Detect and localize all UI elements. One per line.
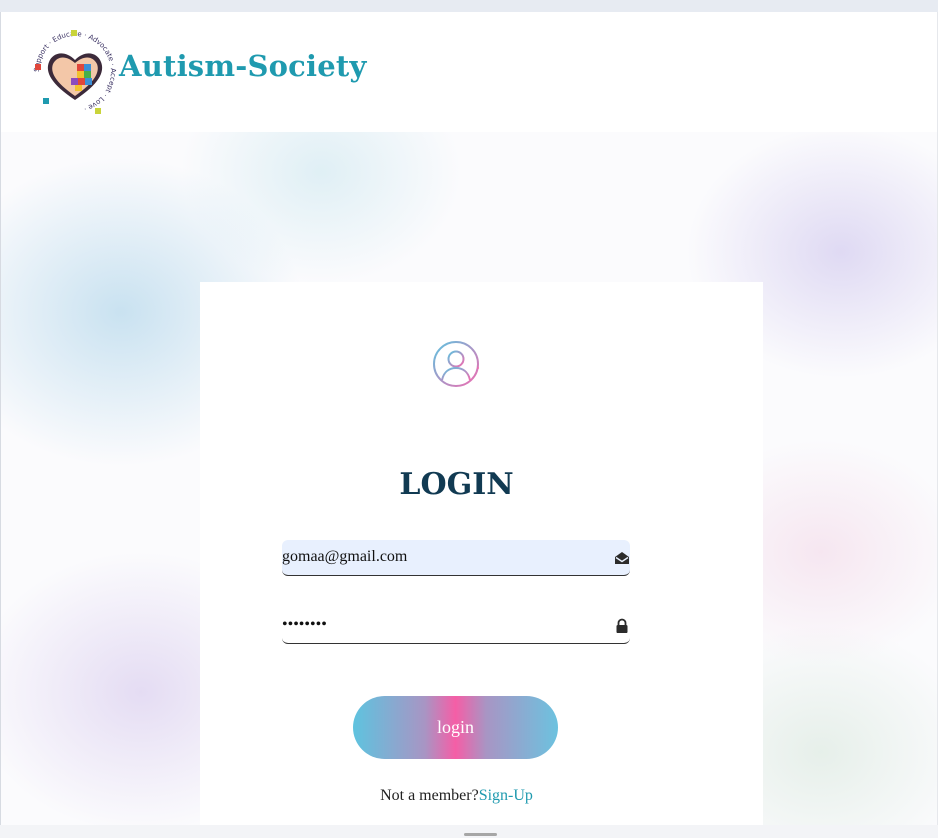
site-header: Support · Educate · Advocate · Accept · … — [1, 12, 937, 132]
user-circle-icon — [433, 341, 479, 387]
login-card: LOGIN login Not a member?Sign-Up — [200, 282, 763, 825]
brand-title[interactable]: Autism-Society — [119, 49, 367, 83]
page-frame: Support · Educate · Advocate · Accept · … — [0, 12, 938, 825]
signup-line: Not a member?Sign-Up — [200, 787, 713, 805]
not-member-text: Not a member? — [380, 787, 479, 804]
password-field — [282, 608, 630, 644]
autism-society-logo[interactable]: Support · Educate · Advocate · Accept · … — [31, 28, 119, 116]
login-heading-wrap: LOGIN — [200, 467, 713, 502]
login-heading: LOGIN — [399, 467, 514, 502]
lock-icon — [616, 618, 628, 633]
email-field — [282, 540, 630, 576]
scroll-handle[interactable] — [464, 833, 497, 836]
envelope-open-icon — [615, 552, 629, 564]
signup-link[interactable]: Sign-Up — [479, 787, 533, 804]
password-input[interactable] — [282, 608, 602, 642]
login-button[interactable]: login — [353, 696, 558, 759]
watercolor-background: LOGIN login Not a member?Sign-Up — [1, 132, 937, 825]
bottom-bar — [0, 825, 938, 838]
email-input[interactable] — [282, 540, 602, 574]
